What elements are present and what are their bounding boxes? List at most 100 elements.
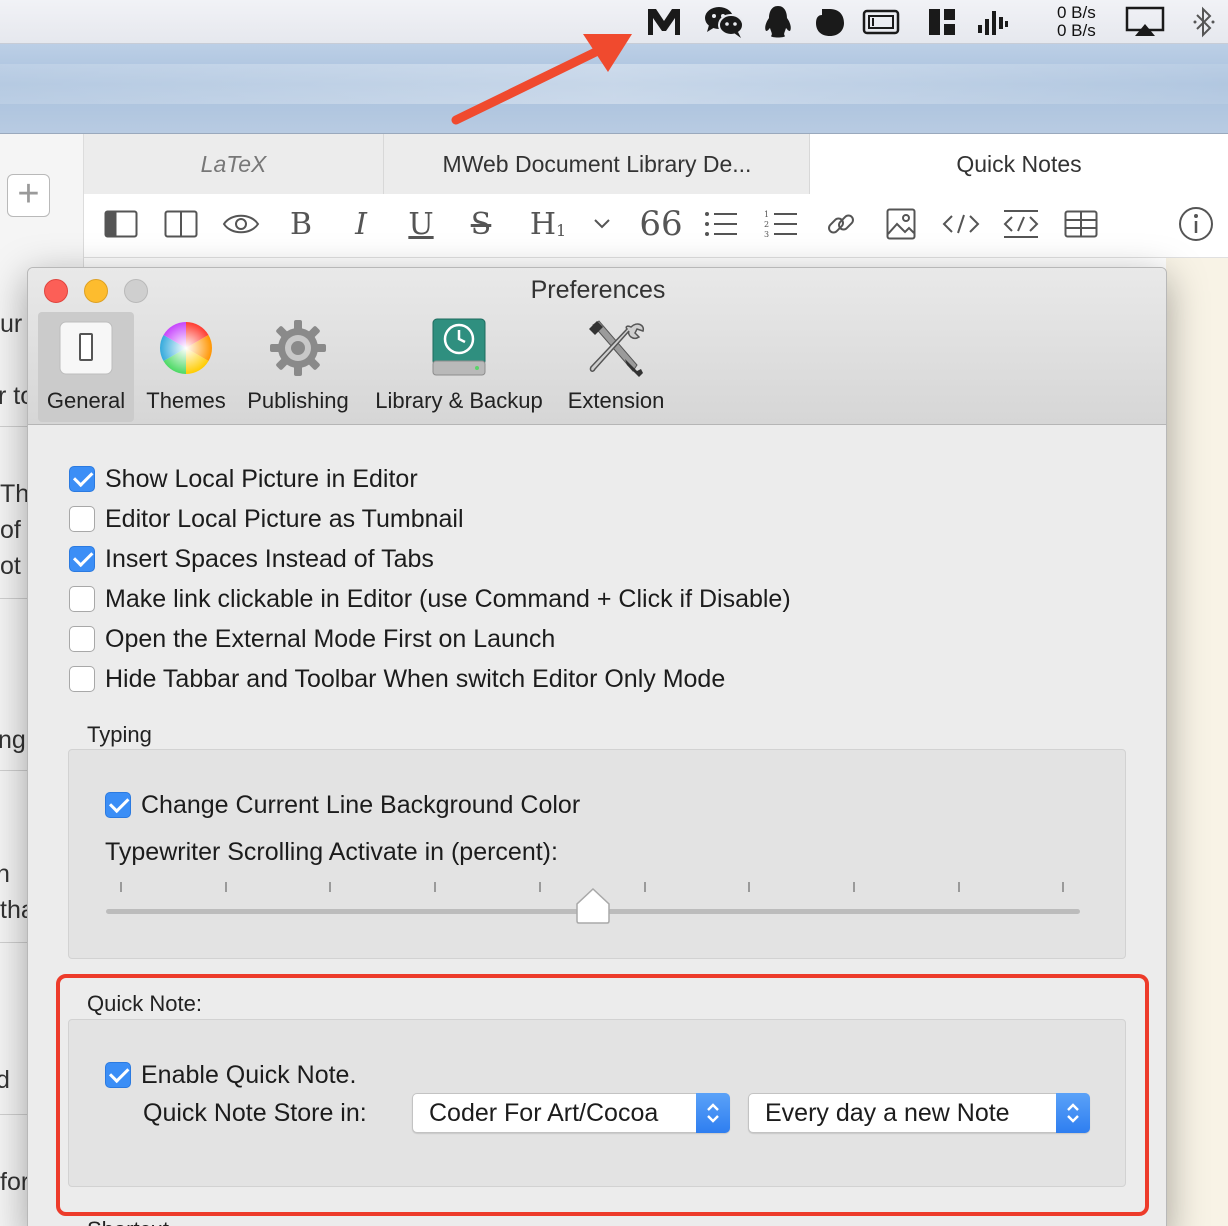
image-icon[interactable] [881,204,921,244]
wechat-icon[interactable] [702,0,746,44]
bold-icon[interactable]: B [281,204,321,244]
heading-level: 1 [555,220,567,240]
checkbox-change-line-background[interactable] [105,792,131,818]
tab-library-backup[interactable]: Library & Backup [366,312,552,422]
list-divider [0,1114,28,1115]
bullet-list-icon[interactable] [701,204,741,244]
app-blob-icon[interactable] [812,0,848,44]
qq-penguin-icon[interactable] [760,0,796,44]
code-block-icon[interactable] [1001,204,1041,244]
list-divider [0,770,28,771]
slider-tick [120,882,122,892]
audio-bars-icon[interactable] [974,0,1010,44]
option-change-line-background[interactable]: Change Current Line Background Color [105,788,580,822]
tab-themes[interactable]: Themes [138,312,234,422]
option-label: Editor Local Picture as Tumbnail [105,504,464,533]
option-open-external-mode[interactable]: Open the External Mode First on Launch [69,622,555,656]
typing-group-label: Typing [87,722,152,747]
slider-tick [1062,882,1065,892]
tools-icon [584,316,648,380]
typewriter-slider-knob[interactable] [576,888,610,924]
quick-note-store-label: Quick Note Store in: [143,1099,367,1127]
list-snippet: n [0,860,10,888]
list-snippet: Th [0,480,30,508]
add-document-button[interactable]: + [7,174,50,217]
checkbox-hide-tabbar-toolbar[interactable] [69,666,95,692]
slider-tick [957,882,960,892]
tab-general-label: General [46,388,126,413]
svg-text:2: 2 [764,220,769,229]
checkbox-editor-local-picture-thumbnail[interactable] [69,506,95,532]
slider-tick [643,882,646,892]
slider-tick [329,882,332,892]
italic-icon[interactable]: I [341,204,381,244]
screen-icon[interactable] [860,0,902,44]
tab-publishing-label: Publishing [247,388,349,413]
underline-icon[interactable]: U [401,204,441,244]
red-arrow-annotation [451,34,632,125]
updown-chevron-icon [1056,1093,1090,1133]
tab-mweb-document-library[interactable]: MWeb Document Library De... [385,134,810,194]
slider-tick [434,882,437,892]
option-insert-spaces[interactable]: Insert Spaces Instead of Tabs [69,542,434,576]
strikethrough-icon[interactable]: S [461,204,501,244]
window-title: Preferences [530,276,666,304]
heading-letter: H [529,206,556,242]
editor-toolbar: B I U S H1 66 123 [84,194,1228,258]
option-label: Enable Quick Note. [141,1060,357,1089]
option-label: Open the External Mode First on Launch [105,624,556,653]
checkbox-open-external-mode[interactable] [69,626,95,652]
checkbox-enable-quick-note[interactable] [105,1062,131,1088]
option-hide-tabbar-toolbar[interactable]: Hide Tabbar and Toolbar When switch Edit… [69,662,725,696]
layout-icon[interactable] [924,0,960,44]
tab-quick-notes[interactable]: Quick Notes [810,134,1228,194]
numbered-list-icon[interactable]: 123 [761,204,801,244]
sidebar-toggle-icon[interactable] [101,204,141,244]
option-editor-local-picture-thumbnail[interactable]: Editor Local Picture as Tumbnail [69,502,464,536]
option-enable-quick-note[interactable]: Enable Quick Note. [105,1058,356,1092]
list-snippet: d [0,1066,10,1094]
typewriter-scrolling-label: Typewriter Scrolling Activate in (percen… [105,838,558,866]
info-icon[interactable] [1176,204,1216,244]
color-wheel-icon [154,316,218,380]
airplay-icon[interactable] [1124,0,1166,44]
list-divider [0,598,28,599]
quote-icon[interactable]: 66 [639,204,682,244]
svg-text:3: 3 [764,230,769,239]
tab-extension[interactable]: Extension [560,312,672,422]
list-snippet: ur [0,310,23,338]
bluetooth-icon[interactable] [1188,0,1220,44]
quick-note-frequency-popup[interactable]: Every day a new Note [748,1093,1090,1133]
preferences-titlebar: Preferences General Themes Publishing Li… [28,268,1166,425]
tab-publishing[interactable]: Publishing [240,312,356,422]
network-speed: 0 B/s 0 B/s [1057,4,1096,40]
option-make-link-clickable[interactable]: Make link clickable in Editor (use Comma… [69,582,791,616]
list-snippet: of [0,516,21,544]
popup-value: Coder For Art/Cocoa [429,1098,659,1127]
heading-icon[interactable]: H1 [524,204,572,244]
checkbox-make-link-clickable[interactable] [69,586,95,612]
option-show-local-picture[interactable]: Show Local Picture in Editor [69,462,418,496]
quick-note-store-popup[interactable]: Coder For Art/Cocoa [412,1093,730,1133]
checkbox-show-local-picture[interactable] [69,466,95,492]
option-label: Hide Tabbar and Toolbar When switch Edit… [105,664,726,693]
option-label: Insert Spaces Instead of Tabs [105,544,434,573]
editor-area[interactable] [1166,258,1228,1226]
chevron-down-icon[interactable] [582,204,622,244]
link-icon[interactable] [821,204,861,244]
tab-library-backup-label: Library & Backup [375,388,543,413]
document-tab-bar: LaTeX MWeb Document Library De... Quick … [84,134,1228,194]
list-divider [0,426,28,427]
option-label: Show Local Picture in Editor [105,464,418,493]
checkbox-insert-spaces[interactable] [69,546,95,572]
tab-themes-label: Themes [146,388,226,413]
list-snippet: ot [0,552,21,580]
tab-latex[interactable]: LaTeX [84,134,384,194]
tab-general[interactable]: General [38,312,134,422]
split-view-icon[interactable] [161,204,201,244]
svg-text:1: 1 [764,210,769,219]
code-icon[interactable] [941,204,981,244]
preview-eye-icon[interactable] [221,204,261,244]
list-divider [0,942,28,943]
table-icon[interactable] [1061,204,1101,244]
